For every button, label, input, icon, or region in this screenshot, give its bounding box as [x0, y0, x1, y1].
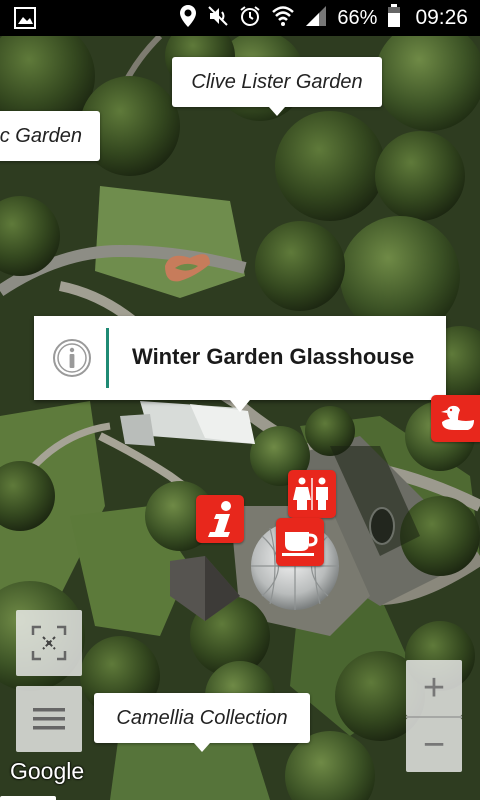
location-icon	[179, 4, 197, 33]
wifi-icon	[271, 5, 295, 32]
status-bar: 66% 09:26	[0, 0, 480, 36]
battery-icon	[387, 3, 401, 33]
bottom-sheet-handle[interactable]	[0, 796, 56, 800]
duck-icon[interactable]	[431, 395, 480, 442]
place-title: Winter Garden Glasshouse	[132, 344, 415, 369]
info-icon[interactable]	[52, 338, 92, 383]
zoom-in-button[interactable]: +	[406, 660, 462, 716]
cafe-icon[interactable]	[276, 518, 324, 566]
label-left-garden[interactable]: c Garden	[0, 111, 100, 161]
locate-icon[interactable]	[16, 610, 82, 676]
label-camellia-collection[interactable]: Camellia Collection	[94, 693, 310, 752]
zoom-out-button[interactable]: −	[406, 718, 462, 772]
menu-icon[interactable]	[16, 686, 82, 752]
map-view[interactable]: Clive Lister Garden c Garden Camellia Co…	[0, 36, 480, 800]
clock: 09:26	[415, 6, 468, 29]
signal-icon	[305, 5, 327, 32]
battery-percent: 66%	[337, 6, 378, 29]
place-info-popup[interactable]: Winter Garden Glasshouse	[34, 316, 446, 412]
toilets-icon[interactable]	[288, 470, 336, 518]
information-icon[interactable]	[196, 495, 244, 543]
alarm-icon	[239, 5, 261, 32]
popup-divider	[106, 328, 109, 388]
mute-icon	[207, 5, 229, 32]
label-clive-lister-garden[interactable]: Clive Lister Garden	[172, 57, 382, 116]
gallery-icon	[14, 7, 36, 34]
google-attribution: Google	[10, 758, 85, 784]
